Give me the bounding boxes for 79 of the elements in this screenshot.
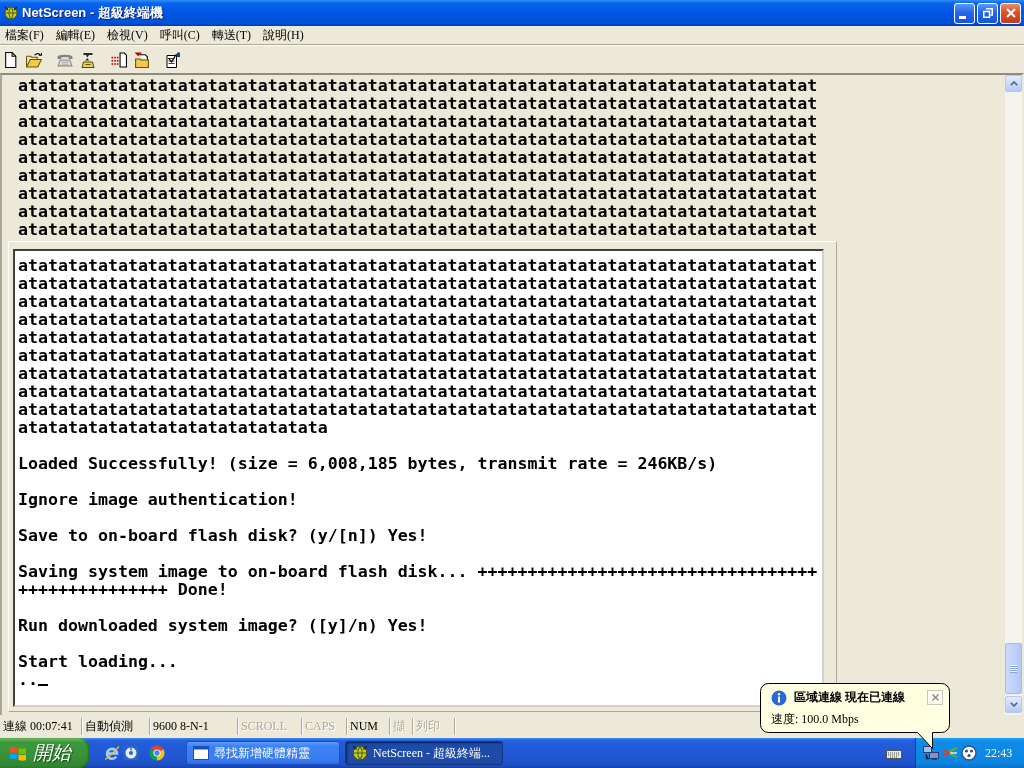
text-cursor bbox=[38, 684, 48, 686]
info-icon bbox=[771, 689, 787, 706]
taskbar-button[interactable]: 尋找新增硬體精靈 bbox=[186, 741, 340, 765]
terminal-line: atatatatatatatatatatatatatatatatatatatatatatatatatatatatatatatatatatatatatatatat bbox=[18, 77, 818, 95]
terminal-line: atatatatatatatatatatatatatatatatatatatatatatatatatatatatatatatatatatatatatatatat bbox=[18, 329, 818, 347]
terminal-line: atatatatatatatatatatatatatatatatatatatatatatatatatatatatatatatatatatatatatatatat bbox=[18, 167, 818, 185]
disc-icon[interactable] bbox=[123, 745, 139, 761]
notification-title: 區域連線 現在已連線 bbox=[794, 689, 905, 706]
terminal-line: atatatatatatatatatatatatatatatatatatatatatatatatatatatatatatatatatatatatatatatat bbox=[18, 347, 818, 365]
status-text: 連線 00:07:41 bbox=[3, 719, 73, 734]
scroll-thumb[interactable] bbox=[1005, 643, 1022, 694]
folder-arrow-icon[interactable] bbox=[134, 51, 150, 68]
terminal-line: atatatatatatatatatatatatatatatatatatatatatatatatatatatatatatatatatatatatatatatat bbox=[18, 95, 818, 113]
terminal-line: Start loading... bbox=[18, 653, 178, 671]
status-text: 9600 8-N-1 bbox=[153, 719, 209, 734]
color-wheel-icon[interactable] bbox=[149, 745, 165, 761]
restore-icon bbox=[982, 8, 993, 18]
scroll-up-button[interactable] bbox=[1005, 75, 1022, 92]
status-indicator: 列印 bbox=[416, 719, 440, 734]
menu-item[interactable]: 說明(H) bbox=[257, 27, 310, 43]
terminal-line: Ignore image authentication! bbox=[18, 491, 298, 509]
terminal-line: atatatatatatatatatatatatatatatatatatatatatatatatatatatatatatatatatatatatatatatat bbox=[18, 149, 818, 167]
terminal-line: atatatatatatatatatatatatatatatatatatatatatatatatatatatatatatatatatatatatatatatat bbox=[18, 401, 818, 419]
terminal-line: atatatatatatatatatatatatatatatatatatatatatatatatatatatatatatatatatatatatatatatat bbox=[18, 113, 818, 131]
window-title: NetScreen - 超級終端機 bbox=[22, 4, 163, 22]
terminal-line: atatatatatatatatatatatatatatatatatatatatatatatatatatatatatatatatatatatatatatatat bbox=[18, 203, 818, 221]
terminal-line: atatatatatatatatatatatatatatata bbox=[18, 419, 328, 437]
status-indicator: SCROLL bbox=[241, 719, 287, 734]
dotted-page-icon[interactable] bbox=[111, 51, 127, 68]
terminal-line: atatatatatatatatatatatatatatatatatatatatatatatatatatatatatatatatatatatatatatatat bbox=[18, 221, 818, 239]
terminal-line: Run downloaded system image? ([y]/n) Yes! bbox=[18, 617, 428, 635]
terminal-line: atatatatatatatatatatatatatatatatatatatatatatatatatatatatatatatatatatatatatatatat bbox=[18, 383, 818, 401]
status-indicator: 擷 bbox=[393, 719, 405, 734]
terminal-line: Save to on-board flash disk? (y/[n]) Yes! bbox=[18, 527, 428, 545]
terminal-line: Loaded Successfully! (size = 6,008,185 bytes, transmit rate = 246KB/s) bbox=[18, 455, 718, 473]
minimize-button[interactable] bbox=[954, 2, 975, 24]
chevron-up-icon bbox=[1009, 81, 1018, 86]
terminal-line: atatatatatatatatatatatatatatatatatatatatatatatatatatatatatatatatatatatatatatatat bbox=[18, 131, 818, 149]
menu-item[interactable]: 轉送(T) bbox=[205, 27, 257, 43]
scrollbar[interactable] bbox=[1005, 75, 1022, 715]
window-icon bbox=[193, 745, 209, 761]
circle-dots-icon[interactable] bbox=[961, 745, 977, 761]
notification-text: 速度: 100.0 Mbps bbox=[771, 711, 859, 728]
scroll-down-button[interactable] bbox=[1005, 696, 1022, 713]
terminal-line: atatatatatatatatatatatatatatatatatatatatatatatatatatatatatatatatatatatatatatatat bbox=[18, 365, 818, 383]
terminal-line: atatatatatatatatatatatatatatatatatatatatatatatatatatatatatatatatatatatatatatatat bbox=[18, 257, 818, 275]
terminal-line: Saving system image to on-board flash disk... ++++++++++++++++++++++++++++++++++ bbox=[18, 563, 818, 581]
close-icon bbox=[1005, 8, 1016, 18]
new-page-icon[interactable] bbox=[3, 51, 19, 68]
terminal-line: atatatatatatatatatatatatatatatatatatatatatatatatatatatatatatatatatatatatatatatat bbox=[18, 185, 818, 203]
terminal-line: atatatatatatatatatatatatatatatatatatatatatatatatatatatatatatatatatatatatatatatat bbox=[18, 293, 818, 311]
open-folder-icon[interactable] bbox=[26, 51, 42, 68]
restore-button[interactable] bbox=[977, 2, 998, 24]
menu-item[interactable]: 檢視(V) bbox=[101, 27, 154, 43]
terminal-line: atatatatatatatatatatatatatatatatatatatatatatatatatatatatatatatatatatatatatatatat bbox=[18, 311, 818, 329]
chevron-down-icon bbox=[1009, 702, 1018, 707]
menu-item[interactable]: 呼叫(C) bbox=[153, 27, 206, 43]
terminal-line: .. bbox=[18, 671, 38, 689]
globe-icon bbox=[4, 6, 18, 20]
document-flag-icon[interactable] bbox=[165, 51, 181, 68]
terminal-line: atatatatatatatatatatatatatatatatatatatatatatatatatatatatatatatatatatatatatatatat bbox=[18, 275, 818, 293]
status-indicator: CAPS bbox=[305, 719, 336, 734]
windows-flag-icon bbox=[9, 745, 27, 761]
taskbar-button[interactable]: NetScreen - 超級終端... bbox=[345, 741, 503, 765]
close-icon bbox=[931, 694, 939, 701]
network-computers-icon[interactable] bbox=[923, 745, 939, 761]
start-button[interactable]: 開始 bbox=[0, 738, 90, 768]
status-text: 自動偵測 bbox=[85, 719, 133, 734]
status-indicator: NUM bbox=[350, 719, 378, 734]
terminal-line: +++++++++++++++ Done! bbox=[18, 581, 228, 599]
menu-item[interactable]: 編輯(E) bbox=[49, 27, 101, 43]
clock[interactable]: 22:43 bbox=[985, 745, 1013, 761]
minimize-icon bbox=[959, 15, 966, 19]
letter-e-icon[interactable] bbox=[104, 745, 120, 761]
keyboard-icon[interactable] bbox=[886, 747, 902, 759]
globe-icon bbox=[352, 745, 368, 761]
menu-item[interactable]: 檔案(F) bbox=[0, 27, 50, 43]
close-button[interactable] bbox=[927, 690, 943, 705]
telephone-icon[interactable] bbox=[80, 51, 96, 68]
